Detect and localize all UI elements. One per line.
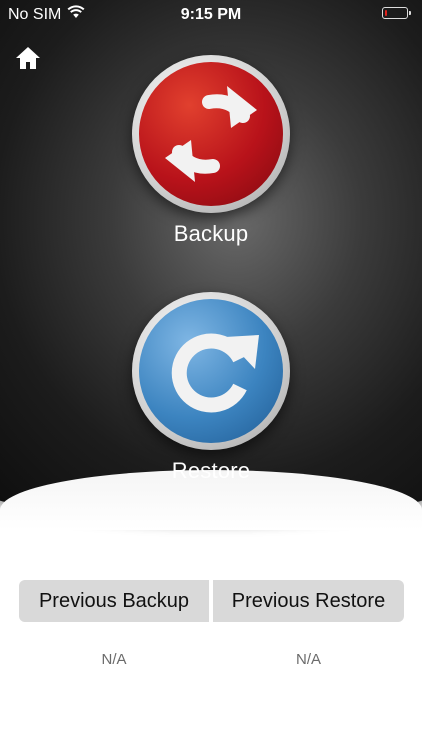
backup-button-face [139, 62, 283, 206]
history-tabs: Previous Backup Previous Restore [19, 580, 404, 622]
battery-level [384, 9, 387, 16]
previous-restore-value: N/A [295, 651, 321, 668]
refresh-icon [171, 333, 259, 413]
previous-backup-tab[interactable]: Previous Backup [19, 580, 209, 622]
backup-action: Backup [0, 55, 422, 247]
restore-button-face [139, 299, 283, 443]
app-screen: No SIM 9:15 PM Backup Restore Previous B… [0, 0, 422, 750]
home-icon[interactable] [14, 44, 42, 72]
restore-label[interactable]: Restore [0, 458, 422, 484]
previous-backup-value: N/A [101, 651, 127, 668]
backup-button[interactable] [132, 55, 290, 213]
backup-label[interactable]: Backup [0, 221, 422, 247]
battery-icon [382, 7, 411, 19]
previous-restore-tab[interactable]: Previous Restore [213, 580, 404, 622]
clock: 9:15 PM [180, 6, 242, 23]
restore-button[interactable] [132, 292, 290, 450]
restore-action: Restore [0, 292, 422, 484]
status-bar: No SIM 9:15 PM [0, 0, 422, 30]
sync-arrows-icon [165, 86, 257, 182]
